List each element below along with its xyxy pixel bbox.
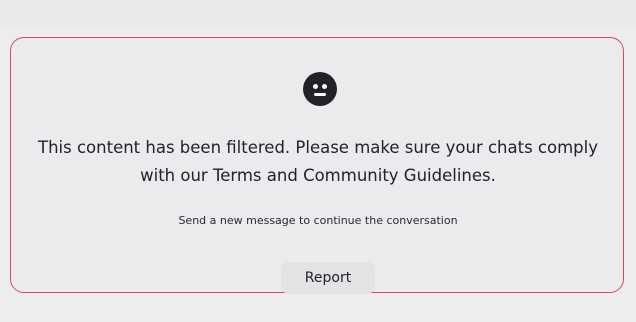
face-eye-left bbox=[313, 84, 318, 89]
neutral-face-icon bbox=[303, 72, 337, 106]
filtered-message-line-1: This content has been filtered. Please m… bbox=[38, 138, 598, 157]
face-eye-right bbox=[322, 84, 327, 89]
filtered-message: This content has been filtered. Please m… bbox=[20, 134, 616, 190]
previous-message-area bbox=[0, 0, 636, 28]
filtered-message-line-2: with our Terms and Community Guidelines. bbox=[140, 166, 496, 185]
face-mouth bbox=[314, 93, 326, 96]
report-button[interactable]: Report bbox=[281, 262, 375, 294]
continue-hint: Send a new message to continue the conve… bbox=[178, 214, 458, 227]
